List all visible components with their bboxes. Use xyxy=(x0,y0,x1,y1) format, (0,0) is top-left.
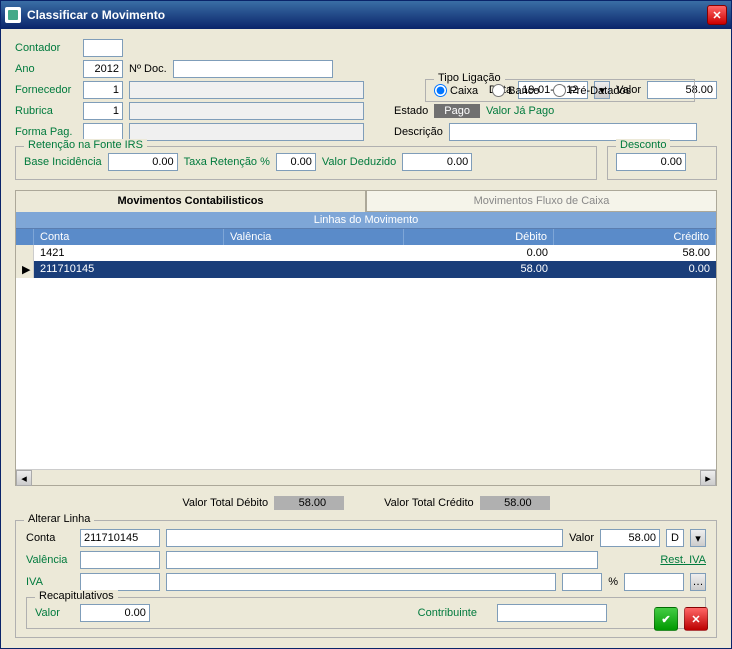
radio-banco[interactable]: Banco xyxy=(492,84,539,97)
deduzido-label: Valor Deduzido xyxy=(322,156,396,168)
alt-conta-desc-input[interactable] xyxy=(166,529,563,547)
alt-dc-input[interactable] xyxy=(666,529,684,547)
recap-legend: Recapitulativos xyxy=(35,590,118,602)
alt-iva-code-input[interactable] xyxy=(80,573,160,591)
contador-label: Contador xyxy=(15,42,77,54)
rest-iva-link[interactable]: Rest. IVA xyxy=(660,554,706,566)
app-icon xyxy=(5,7,21,23)
alt-conta-label: Conta xyxy=(26,532,74,544)
alt-iva-label: IVA xyxy=(26,576,74,588)
recap-valor-input[interactable] xyxy=(80,604,150,622)
alt-valencia-desc-input[interactable] xyxy=(166,551,598,569)
col-debito: Débito xyxy=(404,229,554,245)
confirm-button[interactable]: ✔ xyxy=(654,607,678,631)
recap-valor-label: Valor xyxy=(35,607,60,619)
total-credito-value: 58.00 xyxy=(480,496,550,510)
col-credito: Crédito xyxy=(554,229,716,245)
estado-label: Estado xyxy=(394,105,428,117)
grid-header: Conta Valência Débito Crédito xyxy=(16,229,716,245)
alt-iva-extra-input[interactable] xyxy=(624,573,684,591)
alt-iva-pct-input[interactable] xyxy=(562,573,602,591)
scroll-left-button[interactable]: ◂ xyxy=(16,470,32,486)
ano-label: Ano xyxy=(15,63,77,75)
rubrica-name-input xyxy=(129,102,364,120)
fornecedor-name-input xyxy=(129,81,364,99)
tipo-ligacao-group: Tipo Ligação Caixa Banco Pré-Datados xyxy=(425,79,695,102)
rubrica-code-input[interactable] xyxy=(83,102,123,120)
formapag-name-input xyxy=(129,123,364,141)
radio-predatados[interactable]: Pré-Datados xyxy=(553,84,631,97)
valor-ja-pago-label: Valor Já Pago xyxy=(486,105,554,117)
table-row[interactable]: ▶ 211710145 58.00 0.00 xyxy=(16,261,716,278)
window-title: Classificar o Movimento xyxy=(27,8,707,22)
alt-valor-input[interactable] xyxy=(600,529,660,547)
ndoc-input[interactable] xyxy=(173,60,333,78)
total-debito-value: 58.00 xyxy=(274,496,344,510)
desconto-legend: Desconto xyxy=(616,139,670,151)
formapag-label: Forma Pag. xyxy=(15,126,77,138)
alt-valencia-code-input[interactable] xyxy=(80,551,160,569)
deduzido-input[interactable] xyxy=(402,153,472,171)
horizontal-scrollbar[interactable]: ◂ ▸ xyxy=(16,469,716,485)
close-button[interactable]: ✕ xyxy=(707,5,727,25)
contador-input[interactable] xyxy=(83,39,123,57)
cancel-button[interactable]: ✕ xyxy=(684,607,708,631)
contribuinte-input[interactable] xyxy=(497,604,607,622)
taxa-label: Taxa Retenção % xyxy=(184,156,270,168)
retencao-legend: Retenção na Fonte IRS xyxy=(24,139,147,151)
tab-movimentos-fluxo-caixa[interactable]: Movimentos Fluxo de Caixa xyxy=(366,190,717,212)
ano-input[interactable] xyxy=(83,60,123,78)
contribuinte-label: Contribuinte xyxy=(418,607,477,619)
base-input[interactable] xyxy=(108,153,178,171)
fornecedor-label: Fornecedor xyxy=(15,84,77,96)
total-credito-label: Valor Total Crédito xyxy=(384,497,473,509)
desconto-input[interactable] xyxy=(616,153,686,171)
base-label: Base Incidência xyxy=(24,156,102,168)
total-debito-label: Valor Total Débito xyxy=(182,497,268,509)
alt-valencia-label: Valência xyxy=(26,554,74,566)
fornecedor-code-input[interactable] xyxy=(83,81,123,99)
table-row[interactable]: 1421 0.00 58.00 xyxy=(16,245,716,261)
alterar-legend: Alterar Linha xyxy=(24,513,94,525)
scroll-right-button[interactable]: ▸ xyxy=(700,470,716,486)
alt-iva-lookup-button[interactable]: … xyxy=(690,573,706,591)
descricao-label: Descrição xyxy=(394,126,443,138)
alt-conta-input[interactable] xyxy=(80,529,160,547)
col-valencia: Valência xyxy=(224,229,404,245)
grid-body[interactable]: 1421 0.00 58.00 ▶ 211710145 58.00 0.00 xyxy=(16,245,716,469)
grid-title: Linhas do Movimento xyxy=(16,212,716,229)
radio-caixa[interactable]: Caixa xyxy=(434,84,478,97)
tab-movimentos-contabilisticos[interactable]: Movimentos Contabilisticos xyxy=(15,190,366,212)
pct-symbol: % xyxy=(608,576,618,588)
alt-iva-desc-input[interactable] xyxy=(166,573,556,591)
alt-dc-dropdown[interactable]: ▾ xyxy=(690,529,706,547)
estado-badge: Pago xyxy=(434,104,480,118)
col-conta: Conta xyxy=(34,229,224,245)
taxa-input[interactable] xyxy=(276,153,316,171)
rubrica-label: Rubrica xyxy=(15,105,77,117)
alt-valor-label: Valor xyxy=(569,532,594,544)
ndoc-label: Nº Doc. xyxy=(129,63,167,75)
